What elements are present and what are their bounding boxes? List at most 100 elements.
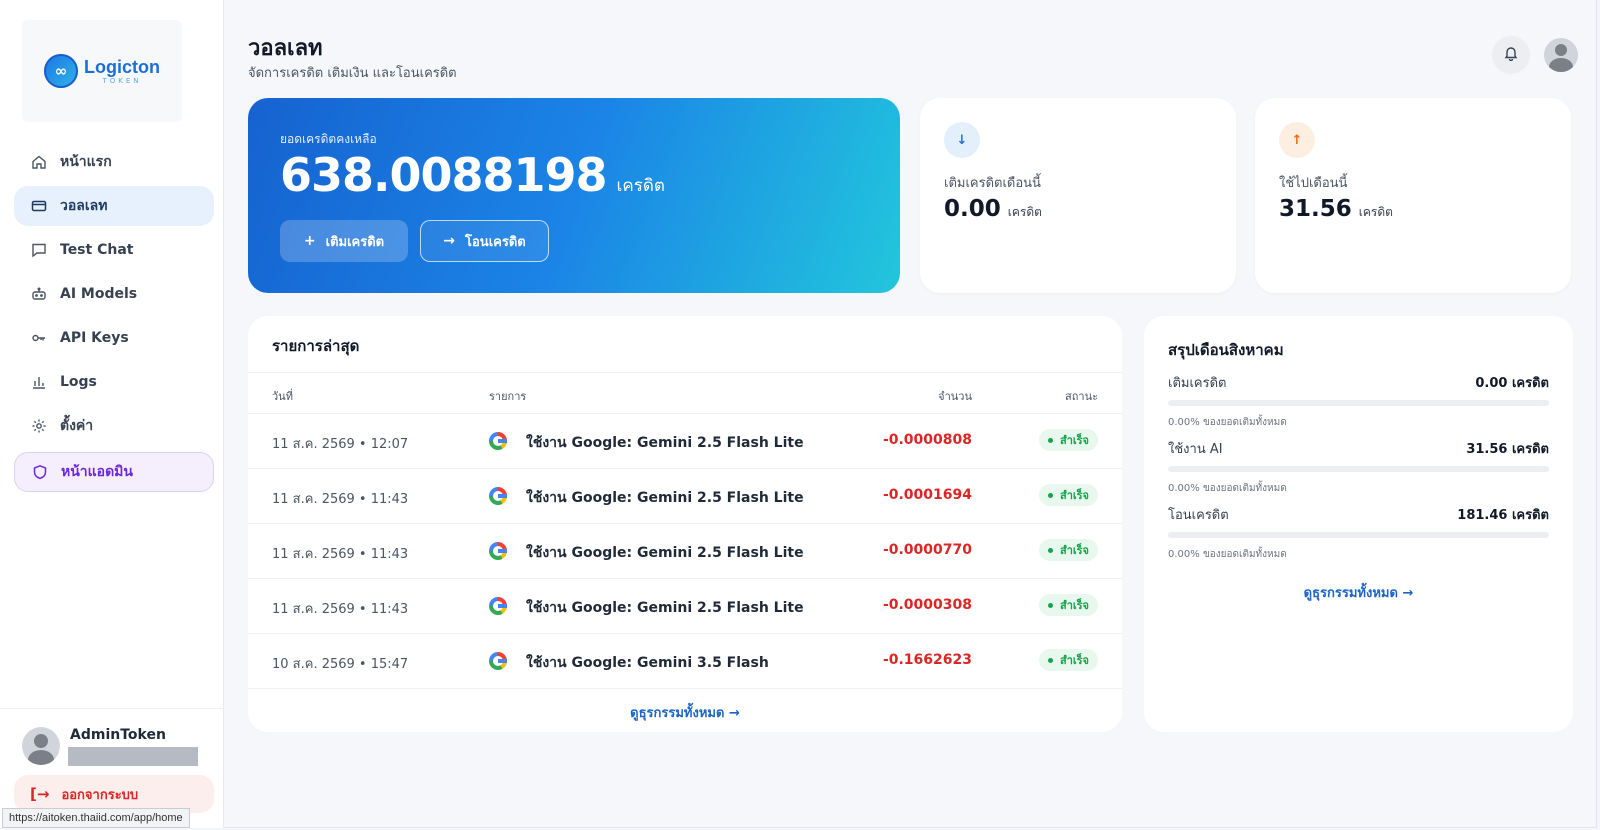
sidebar-item-admin[interactable]: หน้าแอดมิน — [14, 452, 214, 492]
summary-label: ใช้งาน AI — [1168, 441, 1223, 457]
tx-amount: -0.0000770 — [882, 542, 972, 558]
user-name: AdminToken — [70, 727, 166, 743]
stat-value: 0.00 — [944, 196, 1001, 222]
col-date: วันที่ — [272, 390, 293, 403]
summary-item-ai-usage: ใช้งาน AI 31.56 เครดิต 0.00% ของยอดเติมท… — [1168, 438, 1549, 496]
sidebar-item-logs[interactable]: Logs — [14, 362, 214, 402]
google-icon — [489, 432, 507, 450]
status-badge: สำเร็จ — [1038, 649, 1098, 671]
logout-icon: [→ — [30, 785, 50, 803]
tx-date: 10 ส.ค. 2569 • 15:47 — [272, 657, 409, 672]
table-header: วันที่ รายการ จำนวน สถานะ — [248, 372, 1122, 414]
plus-icon: + — [303, 233, 316, 249]
table-row[interactable]: 10 ส.ค. 2569 • 15:47 ใช้งาน Google: Gemi… — [248, 634, 1122, 689]
key-icon — [30, 329, 48, 347]
logout-label: ออกจากระบบ — [61, 787, 139, 803]
balance-value: 638.0088198 — [280, 148, 608, 202]
stat-label: เติมเครดิตเดือนนี้ — [944, 176, 1041, 191]
table-row[interactable]: 11 ส.ค. 2569 • 11:43 ใช้งาน Google: Gemi… — [248, 579, 1122, 634]
sidebar-item-label: วอลเลท — [60, 198, 108, 214]
sidebar-item-label: API Keys — [60, 330, 129, 346]
sidebar-item-label: ตั้งค่า — [60, 418, 94, 434]
tx-date: 11 ส.ค. 2569 • 11:43 — [272, 492, 409, 507]
tx-description: ใช้งาน Google: Gemini 3.5 Flash — [526, 655, 769, 671]
tx-date: 11 ส.ค. 2569 • 12:07 — [272, 437, 409, 452]
summary-label: เติมเครดิต — [1168, 375, 1227, 391]
transactions-title: รายการล่าสุด — [272, 337, 360, 355]
arrow-right-icon: → — [443, 233, 456, 249]
status-bar-url: https://aitoken.thaiid.com/app/home — [2, 808, 190, 828]
header-avatar[interactable] — [1544, 38, 1578, 72]
tx-description: ใช้งาน Google: Gemini 2.5 Flash Lite — [526, 600, 804, 616]
sidebar: ∞ Logicton TOKEN หน้าแรก วอลเลท Test Cha… — [0, 0, 224, 828]
sidebar-item-test-chat[interactable]: Test Chat — [14, 230, 214, 270]
tx-amount: -0.0000308 — [882, 597, 972, 613]
brand-logo[interactable]: ∞ Logicton TOKEN — [22, 20, 182, 122]
table-row[interactable]: 11 ส.ค. 2569 • 12:07 ใช้งาน Google: Gemi… — [248, 414, 1122, 469]
page-subtitle: จัดการเครดิต เติมเงิน และโอนเครดิต — [248, 66, 457, 81]
bell-icon — [1503, 45, 1519, 65]
redacted-email — [68, 747, 198, 766]
tx-description: ใช้งาน Google: Gemini 2.5 Flash Lite — [526, 545, 804, 561]
summary-progress-bar — [1168, 532, 1549, 538]
tx-description: ใช้งาน Google: Gemini 2.5 Flash Lite — [526, 490, 804, 506]
summary-value: 31.56 เครดิต — [1466, 441, 1549, 457]
sidebar-item-api-keys[interactable]: API Keys — [14, 318, 214, 358]
google-icon — [489, 597, 507, 615]
google-icon — [489, 542, 507, 560]
topup-button[interactable]: + เติมเครดิต — [280, 220, 408, 262]
sidebar-item-settings[interactable]: ตั้งค่า — [14, 406, 214, 446]
app-window: ∞ Logicton TOKEN หน้าแรก วอลเลท Test Cha… — [0, 0, 1597, 828]
google-icon — [489, 652, 507, 670]
avatar[interactable] — [22, 727, 60, 765]
tx-date: 11 ส.ค. 2569 • 11:43 — [272, 547, 409, 562]
sidebar-item-home[interactable]: หน้าแรก — [14, 142, 214, 182]
recent-transactions-card: รายการล่าสุด วันที่ รายการ จำนวน สถานะ 1… — [248, 316, 1122, 732]
summary-label: โอนเครดิต — [1168, 507, 1229, 523]
tx-amount: -0.0000808 — [882, 432, 972, 448]
sidebar-item-label: Logs — [60, 374, 97, 390]
page-title: วอลเลท — [248, 36, 323, 61]
chat-bubble-icon — [30, 241, 48, 259]
stat-unit: เครดิต — [1358, 205, 1393, 219]
tx-amount: -0.1662623 — [882, 652, 972, 668]
summary-title: สรุปเดือนสิงหาคม — [1168, 341, 1284, 359]
sidebar-item-label: AI Models — [60, 286, 138, 302]
table-row[interactable]: 11 ส.ค. 2569 • 11:43 ใช้งาน Google: Gemi… — [248, 524, 1122, 579]
status-badge: สำเร็จ — [1038, 429, 1098, 451]
view-all-transactions-link[interactable]: ดูธุรกรรมทั้งหมด → — [248, 702, 1122, 723]
google-icon — [489, 487, 507, 505]
stat-unit: เครดิต — [1007, 205, 1042, 219]
notification-button[interactable] — [1492, 36, 1530, 74]
topup-label: เติมเครดิต — [325, 234, 385, 250]
brand-name: Logicton — [84, 56, 160, 77]
sidebar-item-wallet[interactable]: วอลเลท — [14, 186, 214, 226]
summary-note: 0.00% ของยอดเติมทั้งหมด — [1168, 549, 1287, 560]
brand-sub: TOKEN — [102, 76, 142, 85]
shield-icon — [31, 463, 49, 481]
transfer-button[interactable]: → โอนเครดิต — [420, 220, 549, 262]
summary-note: 0.00% ของยอดเติมทั้งหมด — [1168, 417, 1287, 428]
arrow-down-icon: ↓ — [944, 122, 980, 158]
tx-description: ใช้งาน Google: Gemini 2.5 Flash Lite — [526, 435, 804, 451]
sidebar-item-label: หน้าแรก — [60, 154, 112, 170]
infinity-logo-icon: ∞ — [44, 54, 78, 88]
stat-value: 31.56 — [1279, 196, 1352, 222]
summary-value: 0.00 เครดิต — [1475, 375, 1549, 391]
monthly-summary-card: สรุปเดือนสิงหาคม เติมเครดิต 0.00 เครดิต … — [1144, 316, 1573, 732]
spent-month-card: ↑ ใช้ไปเดือนนี้ 31.56 เครดิต — [1255, 98, 1571, 293]
col-amount: จำนวน — [938, 390, 972, 403]
sidebar-nav: หน้าแรก วอลเลท Test Chat AI Models API K… — [14, 142, 214, 496]
home-icon — [30, 153, 48, 171]
summary-view-all-link[interactable]: ดูธุรกรรมทั้งหมด → — [1144, 582, 1573, 603]
tx-amount: -0.0001694 — [882, 487, 972, 503]
table-row[interactable]: 11 ส.ค. 2569 • 11:43 ใช้งาน Google: Gemi… — [248, 469, 1122, 524]
summary-note: 0.00% ของยอดเติมทั้งหมด — [1168, 483, 1287, 494]
status-badge: สำเร็จ — [1038, 539, 1098, 561]
balance-label: ยอดเครดิตคงเหลือ — [280, 132, 377, 146]
arrow-up-icon: ↑ — [1279, 122, 1315, 158]
sidebar-item-label: หน้าแอดมิน — [61, 464, 133, 480]
status-badge: สำเร็จ — [1038, 484, 1098, 506]
sidebar-item-label: Test Chat — [60, 242, 134, 258]
sidebar-item-ai-models[interactable]: AI Models — [14, 274, 214, 314]
